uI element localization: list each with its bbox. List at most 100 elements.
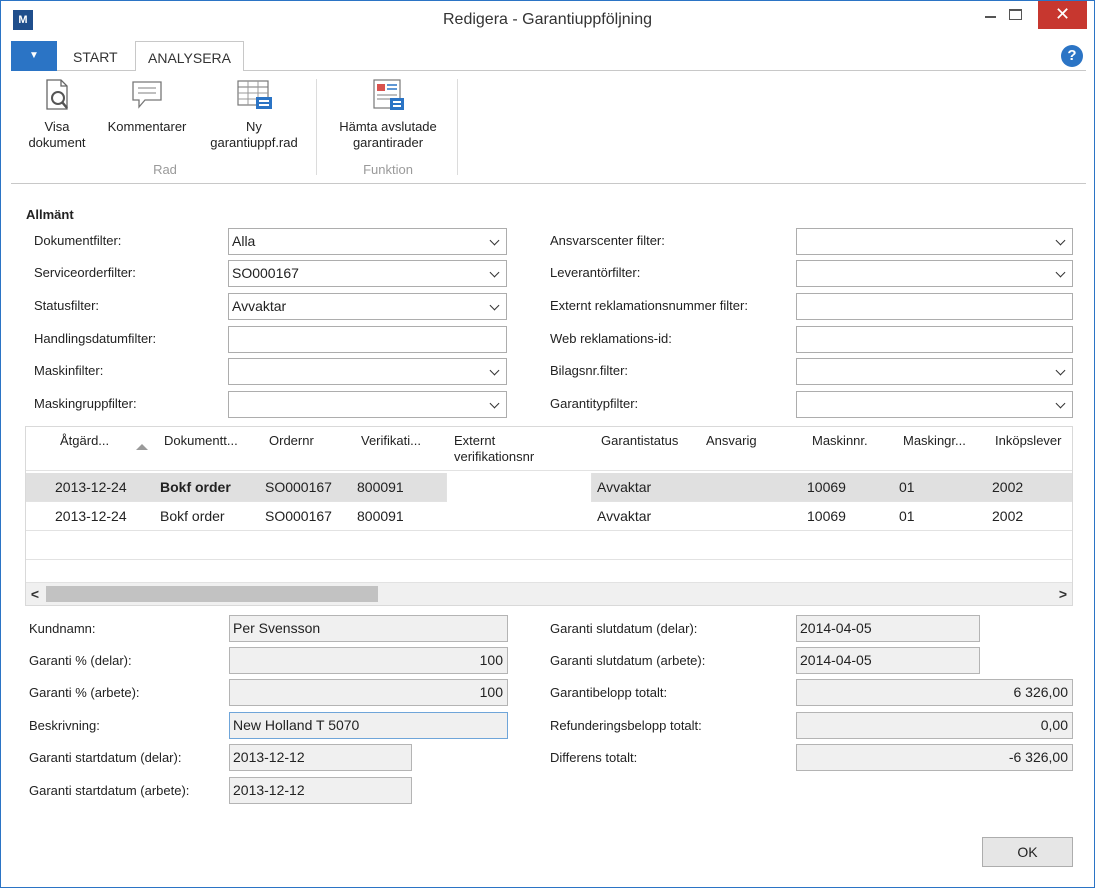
- warranty-percent-parts-label: Garanti % (delar):: [29, 653, 132, 668]
- warranty-percent-labor-field: 100: [229, 679, 508, 706]
- column-header-action-date[interactable]: Åtgärd...: [60, 433, 109, 449]
- sort-ascending-icon: [136, 444, 148, 450]
- document-filter-select[interactable]: Alla: [228, 228, 507, 255]
- table-row-empty: [26, 531, 1072, 560]
- machine-group-filter-select[interactable]: [228, 391, 507, 418]
- app-menu-button[interactable]: ▼: [11, 41, 57, 71]
- column-header-document-type[interactable]: Dokumentt...: [164, 433, 238, 449]
- ok-button[interactable]: OK: [982, 837, 1073, 867]
- table-row[interactable]: 2013-12-24 Bokf order SO000167 800091 Av…: [26, 502, 1072, 531]
- cell-document-type: Bokf order: [160, 508, 225, 524]
- service-order-filter-label: Serviceorderfilter:: [34, 265, 136, 280]
- chevron-down-icon: [1054, 359, 1068, 384]
- grid-header: Åtgärd... Dokumentt... Ordernr Verifikat…: [26, 427, 1072, 471]
- scroll-left-icon[interactable]: <: [26, 583, 44, 605]
- scroll-right-icon[interactable]: >: [1054, 583, 1072, 605]
- close-button[interactable]: ✕: [1038, 1, 1087, 29]
- chevron-down-icon: [488, 294, 502, 319]
- voucher-number-filter-select[interactable]: [796, 358, 1073, 385]
- chevron-down-icon: [1054, 392, 1068, 417]
- tab-analysera[interactable]: ANALYSERA: [135, 41, 244, 72]
- chevron-down-icon: [488, 229, 502, 254]
- cell-order-number: SO000167: [265, 479, 332, 495]
- status-filter-value: Avvaktar: [232, 298, 287, 314]
- window-title: Redigera - Garantiuppföljning: [442, 11, 652, 28]
- cell-document-type: Bokf order: [160, 479, 231, 495]
- document-filter-label: Dokumentfilter:: [34, 233, 122, 248]
- show-document-button[interactable]: Visa dokument: [23, 77, 91, 151]
- refund-amount-total-label: Refunderingsbelopp totalt:: [550, 718, 702, 733]
- warranty-percent-labor-label: Garanti % (arbete):: [29, 685, 140, 700]
- difference-total-field: -6 326,00: [796, 744, 1073, 771]
- tab-start[interactable]: START: [61, 41, 130, 71]
- action-date-filter-input[interactable]: [228, 326, 507, 353]
- machine-filter-label: Maskinfilter:: [34, 363, 104, 378]
- cell-verification: 800091: [357, 479, 404, 495]
- warranty-type-filter-select[interactable]: [796, 391, 1073, 418]
- warranty-start-date-labor-field: 2013-12-12: [229, 777, 412, 804]
- cell-machine-group: 01: [899, 508, 915, 524]
- chevron-down-icon: [488, 261, 502, 286]
- help-icon[interactable]: ?: [1061, 45, 1083, 67]
- customer-name-value: Per Svensson: [233, 620, 321, 636]
- column-header-machine-number[interactable]: Maskinnr.: [812, 433, 868, 449]
- horizontal-scrollbar[interactable]: < >: [26, 582, 1072, 605]
- voucher-number-filter-label: Bilagsnr.filter:: [550, 363, 629, 378]
- cell-machine-number: 10069: [807, 479, 846, 495]
- cell-action-date: 2013-12-24: [55, 479, 127, 495]
- warranty-amount-total-value: 6 326,00: [1013, 684, 1069, 700]
- warranty-percent-parts-field: 100: [229, 647, 508, 674]
- cell-machine-group: 01: [899, 479, 915, 495]
- column-header-warranty-status[interactable]: Garantistatus: [601, 433, 678, 449]
- description-field[interactable]: New Holland T 5070: [229, 712, 508, 739]
- service-order-filter-select[interactable]: SO000167: [228, 260, 507, 287]
- service-order-filter-value: SO000167: [232, 265, 299, 281]
- external-claim-number-filter-input[interactable]: [796, 293, 1073, 320]
- comments-button[interactable]: Kommentarer: [99, 77, 195, 135]
- warranty-lines-grid: Åtgärd... Dokumentt... Ordernr Verifikat…: [25, 426, 1073, 606]
- status-filter-label: Statusfilter:: [34, 298, 100, 313]
- description-value: New Holland T 5070: [233, 717, 360, 733]
- web-claim-id-label: Web reklamations-id:: [550, 331, 672, 346]
- warranty-end-date-labor-label: Garanti slutdatum (arbete):: [550, 653, 706, 668]
- document-filter-value: Alla: [232, 233, 256, 249]
- responsibility-center-filter-select[interactable]: [796, 228, 1073, 255]
- column-header-responsible[interactable]: Ansvarig: [706, 433, 757, 449]
- customer-name-field: Per Svensson: [229, 615, 508, 642]
- cell-purchase-vendor: 2002: [992, 508, 1024, 524]
- minimize-icon: [984, 16, 996, 18]
- column-header-external-verification[interactable]: Externt verifikationsnr: [454, 433, 534, 465]
- ribbon-panel: Visa dokument Kommentarer Ny garantiuppf…: [11, 71, 1086, 184]
- machine-filter-select[interactable]: [228, 358, 507, 385]
- group-label-funktion: Funktion: [363, 162, 413, 177]
- warranty-start-date-labor-label: Garanti startdatum (arbete):: [29, 783, 190, 798]
- column-header-verification[interactable]: Verifikati...: [361, 433, 421, 449]
- warranty-end-date-parts-label: Garanti slutdatum (delar):: [550, 621, 698, 636]
- warranty-end-date-labor-value: 2014-04-05: [800, 652, 872, 668]
- cell-order-number: SO000167: [265, 508, 332, 524]
- web-claim-id-input[interactable]: [796, 326, 1073, 353]
- scrollbar-thumb[interactable]: [46, 586, 378, 602]
- vendor-filter-select[interactable]: [796, 260, 1073, 287]
- fetch-closed-label-1: Hämta avslutade: [339, 119, 437, 134]
- column-header-machine-group[interactable]: Maskingr...: [903, 433, 966, 449]
- maximize-button[interactable]: [995, 1, 1035, 29]
- table-row[interactable]: 2013-12-24 Bokf order SO000167 800091 Av…: [26, 473, 1072, 502]
- chevron-down-icon: ▼: [29, 50, 39, 61]
- title-bar: M Redigera - Garantiuppföljning ✕: [1, 1, 1094, 39]
- new-warranty-line-label-1: Ny: [246, 119, 262, 134]
- fetch-closed-warranty-lines-button[interactable]: Hämta avslutade garantirader: [327, 77, 449, 151]
- status-filter-select[interactable]: Avvaktar: [228, 293, 507, 320]
- column-header-order-number[interactable]: Ordernr: [269, 433, 314, 449]
- show-document-label-2: dokument: [28, 135, 86, 150]
- new-warranty-line-button[interactable]: Ny garantiuppf.rad: [201, 77, 307, 151]
- chevron-down-icon: [488, 392, 502, 417]
- column-header-purchase-vendor[interactable]: Inköpslever: [995, 433, 1061, 449]
- warranty-start-date-parts-field: 2013-12-12: [229, 744, 412, 771]
- fetch-lines-icon: [373, 79, 404, 110]
- warranty-percent-labor-value: 100: [479, 684, 503, 700]
- difference-total-label: Differens totalt:: [550, 750, 638, 765]
- cell-action-date: 2013-12-24: [55, 508, 127, 524]
- fetch-closed-label-2: garantirader: [352, 135, 424, 150]
- cell-external-verification[interactable]: [446, 473, 592, 502]
